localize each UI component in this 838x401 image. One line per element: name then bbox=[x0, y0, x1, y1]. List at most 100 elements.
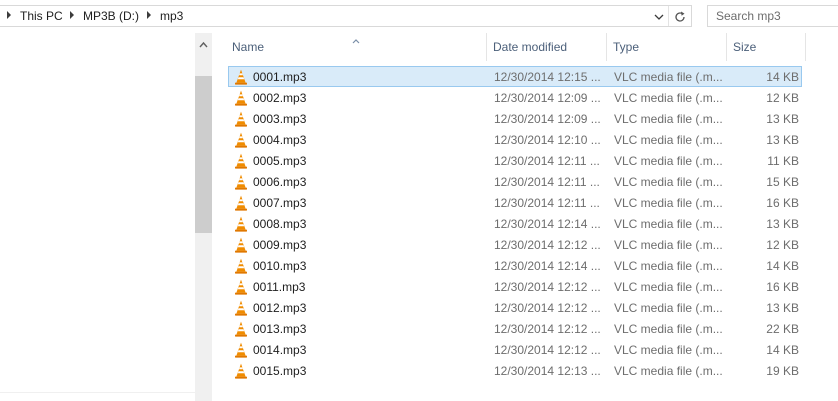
file-row[interactable]: 0004.mp3 12/30/2014 12:10 ... VLC media fi… bbox=[228, 129, 802, 150]
chevron-up-icon[interactable] bbox=[195, 39, 212, 51]
file-type: VLC media file (.m... bbox=[614, 259, 723, 273]
file-type: VLC media file (.m... bbox=[614, 280, 723, 294]
file-date-modified: 12/30/2014 12:12 ... bbox=[494, 280, 601, 294]
file-name: 0013.mp3 bbox=[253, 322, 307, 336]
address-bar[interactable]: This PC MP3B (D:) mp3 bbox=[0, 5, 692, 27]
vlc-cone-icon bbox=[234, 237, 248, 253]
address-divider bbox=[668, 6, 669, 26]
column-separator[interactable] bbox=[606, 33, 607, 61]
file-type: VLC media file (.m... bbox=[614, 175, 723, 189]
file-name: 0008.mp3 bbox=[253, 217, 307, 231]
file-type: VLC media file (.m... bbox=[614, 154, 723, 168]
file-size: 15 KB bbox=[766, 175, 799, 189]
file-row[interactable]: 0001.mp3 12/30/2014 12:15 ... VLC media fi… bbox=[228, 66, 802, 87]
file-row[interactable]: 0002.mp3 12/30/2014 12:09 ... VLC media fi… bbox=[228, 87, 802, 108]
file-date-modified: 12/30/2014 12:13 ... bbox=[494, 364, 601, 378]
file-size: 14 KB bbox=[766, 70, 799, 84]
column-separator[interactable] bbox=[805, 33, 806, 61]
nav-scrollbar[interactable] bbox=[195, 33, 212, 401]
file-size: 16 KB bbox=[766, 196, 799, 210]
file-size: 13 KB bbox=[766, 301, 799, 315]
column-separator[interactable] bbox=[486, 33, 487, 61]
file-date-modified: 12/30/2014 12:11 ... bbox=[494, 175, 600, 189]
chevron-right-icon[interactable] bbox=[147, 11, 151, 19]
nav-divider bbox=[0, 392, 195, 393]
file-size: 19 KB bbox=[766, 364, 799, 378]
chevron-down-icon[interactable] bbox=[650, 10, 668, 24]
file-type: VLC media file (.m... bbox=[614, 70, 723, 84]
file-row[interactable]: 0009.mp3 12/30/2014 12:12 ... VLC media fi… bbox=[228, 234, 802, 255]
vlc-cone-icon bbox=[234, 174, 248, 190]
file-row[interactable]: 0008.mp3 12/30/2014 12:14 ... VLC media fi… bbox=[228, 213, 802, 234]
file-type: VLC media file (.m... bbox=[614, 91, 723, 105]
refresh-icon[interactable] bbox=[672, 9, 688, 25]
file-name: 0014.mp3 bbox=[253, 343, 307, 357]
file-row[interactable]: 0013.mp3 12/30/2014 12:12 ... VLC media fi… bbox=[228, 318, 802, 339]
file-row[interactable]: 0003.mp3 12/30/2014 12:09 ... VLC media fi… bbox=[228, 108, 802, 129]
file-size: 13 KB bbox=[766, 217, 799, 231]
file-date-modified: 12/30/2014 12:15 ... bbox=[494, 70, 601, 84]
file-name: 0002.mp3 bbox=[253, 91, 307, 105]
file-row[interactable]: 0011.mp3 12/30/2014 12:12 ... VLC media fi… bbox=[228, 276, 802, 297]
file-type: VLC media file (.m... bbox=[614, 133, 723, 147]
file-type: VLC media file (.m... bbox=[614, 364, 723, 378]
vlc-cone-icon bbox=[234, 111, 248, 127]
file-name: 0006.mp3 bbox=[253, 175, 307, 189]
file-date-modified: 12/30/2014 12:11 ... bbox=[494, 154, 600, 168]
vlc-cone-icon bbox=[234, 300, 248, 316]
file-date-modified: 12/30/2014 12:11 ... bbox=[494, 196, 600, 210]
file-row[interactable]: 0012.mp3 12/30/2014 12:12 ... VLC media fi… bbox=[228, 297, 802, 318]
file-date-modified: 12/30/2014 12:12 ... bbox=[494, 238, 601, 252]
file-explorer-window: This PC MP3B (D:) mp3 Search mp3 Name Da… bbox=[0, 0, 838, 401]
navigation-pane bbox=[0, 33, 212, 401]
column-header-date-modified[interactable]: Date modified bbox=[493, 39, 603, 58]
file-date-modified: 12/30/2014 12:14 ... bbox=[494, 259, 601, 273]
file-date-modified: 12/30/2014 12:12 ... bbox=[494, 301, 601, 315]
nav-scrollbar-thumb[interactable] bbox=[195, 76, 212, 233]
file-size: 12 KB bbox=[766, 91, 799, 105]
file-date-modified: 12/30/2014 12:12 ... bbox=[494, 343, 601, 357]
chevron-right-icon[interactable] bbox=[70, 11, 74, 19]
file-name: 0011.mp3 bbox=[253, 280, 306, 294]
file-type: VLC media file (.m... bbox=[614, 301, 723, 315]
file-type: VLC media file (.m... bbox=[614, 238, 723, 252]
file-date-modified: 12/30/2014 12:12 ... bbox=[494, 322, 601, 336]
file-row[interactable]: 0010.mp3 12/30/2014 12:14 ... VLC media fi… bbox=[228, 255, 802, 276]
search-input[interactable] bbox=[708, 6, 838, 26]
file-size: 16 KB bbox=[766, 280, 799, 294]
file-size: 14 KB bbox=[766, 259, 799, 273]
file-date-modified: 12/30/2014 12:14 ... bbox=[494, 217, 601, 231]
file-row[interactable]: 0006.mp3 12/30/2014 12:11 ... VLC media fi… bbox=[228, 171, 802, 192]
vlc-cone-icon bbox=[234, 279, 248, 295]
breadcrumb-mp3b-drive[interactable]: MP3B (D:) bbox=[83, 9, 139, 23]
vlc-cone-icon bbox=[234, 132, 248, 148]
column-header-type[interactable]: Type bbox=[613, 39, 723, 58]
file-name: 0004.mp3 bbox=[253, 133, 307, 147]
column-separator[interactable] bbox=[726, 33, 727, 61]
file-type: VLC media file (.m... bbox=[614, 112, 723, 126]
vlc-cone-icon bbox=[234, 216, 248, 232]
file-date-modified: 12/30/2014 12:10 ... bbox=[494, 133, 601, 147]
address-row: This PC MP3B (D:) mp3 bbox=[0, 0, 838, 33]
column-header-name[interactable]: Name bbox=[232, 39, 484, 58]
breadcrumb-this-pc[interactable]: This PC bbox=[20, 9, 63, 23]
file-row[interactable]: 0007.mp3 12/30/2014 12:11 ... VLC media fi… bbox=[228, 192, 802, 213]
file-name: 0003.mp3 bbox=[253, 112, 307, 126]
file-type: VLC media file (.m... bbox=[614, 322, 723, 336]
chevron-right-icon[interactable] bbox=[7, 11, 11, 19]
vlc-cone-icon bbox=[234, 342, 248, 358]
file-name: 0001.mp3 bbox=[253, 70, 307, 84]
file-size: 14 KB bbox=[766, 343, 799, 357]
file-type: VLC media file (.m... bbox=[614, 217, 723, 231]
breadcrumb-mp3[interactable]: mp3 bbox=[160, 9, 183, 23]
file-type: VLC media file (.m... bbox=[614, 196, 723, 210]
file-row[interactable]: 0005.mp3 12/30/2014 12:11 ... VLC media fi… bbox=[228, 150, 802, 171]
file-row[interactable]: 0015.mp3 12/30/2014 12:13 ... VLC media fi… bbox=[228, 360, 802, 381]
file-name: 0007.mp3 bbox=[253, 196, 307, 210]
file-size: 22 KB bbox=[766, 322, 799, 336]
vlc-cone-icon bbox=[234, 90, 248, 106]
vlc-cone-icon bbox=[234, 153, 248, 169]
file-row[interactable]: 0014.mp3 12/30/2014 12:12 ... VLC media fi… bbox=[228, 339, 802, 360]
search-box[interactable] bbox=[707, 5, 838, 27]
column-header-size[interactable]: Size bbox=[733, 39, 803, 58]
